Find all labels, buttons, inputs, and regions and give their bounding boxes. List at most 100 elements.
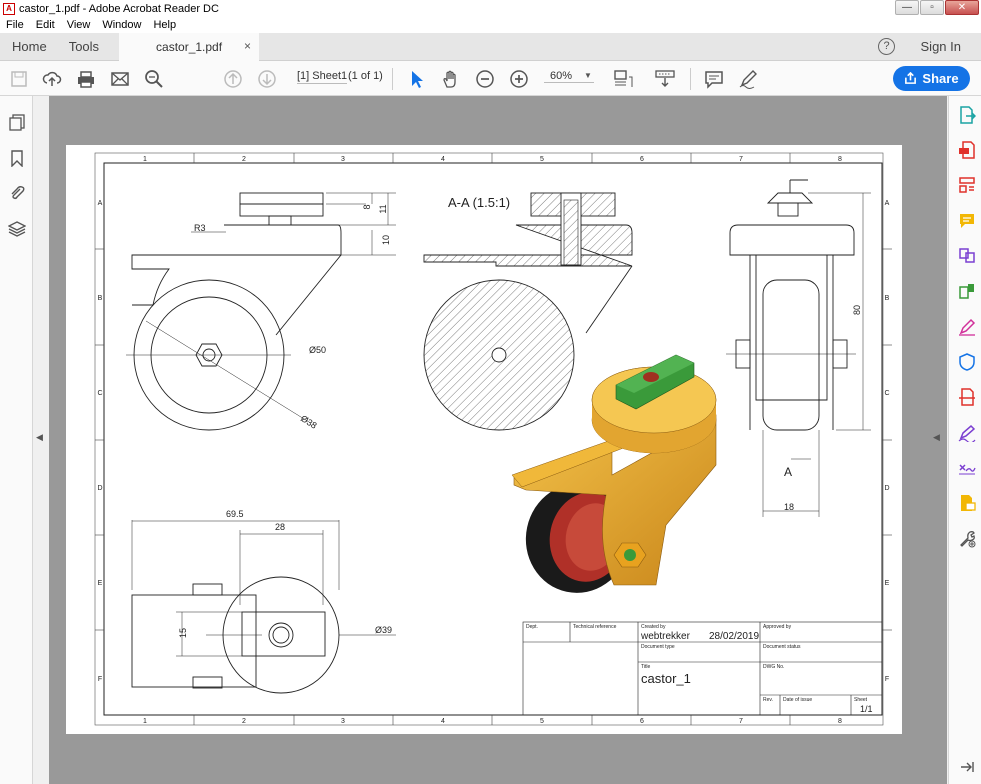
share-label: Share	[922, 71, 959, 86]
zoom-out-icon[interactable]	[475, 69, 495, 89]
collapse-left-panel-icon[interactable]: ◀	[36, 432, 43, 443]
row-label: C	[884, 390, 889, 397]
tab-home[interactable]: Home	[0, 39, 61, 54]
create-pdf-icon[interactable]	[958, 141, 976, 159]
save-icon[interactable]	[9, 69, 29, 89]
dim-15: 15	[178, 628, 188, 638]
front-view	[126, 192, 342, 431]
col-label: 8	[838, 156, 842, 163]
tab-bar: Home Tools castor_1.pdf × ? Sign In	[0, 32, 981, 61]
combine-files-icon[interactable]	[958, 247, 976, 265]
dim-8: 8	[362, 204, 372, 209]
window-title: castor_1.pdf - Adobe Acrobat Reader DC	[19, 2, 219, 15]
tb-title-label: Title	[641, 664, 650, 670]
menu-view[interactable]: View	[61, 19, 97, 31]
comment-icon[interactable]	[704, 69, 724, 89]
upload-icon[interactable]	[42, 69, 62, 89]
tb-dwg-no: DWG No.	[763, 664, 784, 670]
page-thumbnails-icon[interactable]	[8, 113, 26, 131]
col-label: 1	[143, 156, 147, 163]
col-label: 8	[838, 718, 842, 725]
share-button[interactable]: Share	[893, 66, 970, 91]
row-label: A	[98, 200, 103, 207]
tab-document-label: castor_1.pdf	[156, 39, 223, 54]
sign-pen-icon[interactable]	[738, 69, 758, 89]
tb-sheet: 1/1	[860, 704, 873, 714]
page-number-input[interactable]: [1] Sheet1	[297, 70, 348, 84]
zoom-in-icon[interactable]	[509, 69, 529, 89]
chevron-down-icon[interactable]: ▼	[584, 71, 592, 80]
row-label: D	[97, 485, 102, 492]
tb-tech-ref: Technical reference	[573, 624, 617, 630]
maximize-button[interactable]: ▫	[920, 0, 944, 15]
bookmarks-icon[interactable]	[8, 149, 26, 167]
certificates-icon[interactable]	[958, 459, 976, 477]
scrolling-mode-icon[interactable]	[654, 69, 676, 89]
layers-icon[interactable]	[8, 220, 26, 238]
scan-pdf-icon[interactable]	[958, 388, 976, 406]
col-label: 7	[739, 718, 743, 725]
menu-file[interactable]: File	[0, 19, 30, 31]
tab-tools[interactable]: Tools	[61, 39, 119, 54]
edit-pdf-icon[interactable]	[958, 176, 976, 194]
sign-in-link[interactable]: Sign In	[921, 39, 961, 54]
col-label: 3	[341, 718, 345, 725]
dim-80: 80	[852, 305, 862, 315]
print-icon[interactable]	[76, 69, 96, 89]
title-block	[522, 621, 883, 716]
row-label: B	[885, 295, 890, 302]
col-label: 2	[242, 718, 246, 725]
fit-page-icon[interactable]	[612, 69, 636, 89]
menu-bar: File Edit View Window Help	[0, 17, 981, 33]
attachments-icon[interactable]	[8, 184, 26, 202]
menu-edit[interactable]: Edit	[30, 19, 61, 31]
dim-18: 18	[784, 502, 794, 512]
row-label: D	[884, 485, 889, 492]
col-label: 5	[540, 156, 544, 163]
tb-title: castor_1	[641, 671, 691, 686]
section-arrow-label: A	[784, 465, 792, 479]
tb-doc-status: Document status	[763, 644, 801, 650]
close-tab-icon[interactable]: ×	[244, 39, 251, 53]
pdf-page: 1 2 3 4 5 6 7 8 1 2 3 4 5 6 7 8 A B C D …	[66, 145, 902, 734]
help-icon[interactable]: ?	[878, 38, 895, 55]
prepare-form-icon[interactable]	[958, 494, 976, 512]
more-tools-icon[interactable]	[958, 530, 976, 548]
menu-window[interactable]: Window	[96, 19, 147, 31]
tb-created-by-label: Created by	[641, 624, 666, 630]
menu-help[interactable]: Help	[147, 19, 182, 31]
tb-rev: Rev.	[763, 697, 773, 703]
find-icon[interactable]	[144, 69, 164, 89]
dim-11: 11	[378, 204, 388, 213]
send-for-signature-icon[interactable]	[958, 424, 976, 442]
export-pdf-icon[interactable]	[958, 106, 976, 124]
select-cursor-icon[interactable]	[407, 69, 427, 89]
acrobat-icon: A	[3, 2, 15, 15]
close-window-button[interactable]: ✕	[945, 0, 979, 15]
collapse-panel-icon[interactable]	[958, 758, 976, 776]
dim-69-5: 69.5	[226, 509, 244, 519]
left-navigation-rail	[0, 96, 33, 784]
comment-tool-icon[interactable]	[958, 212, 976, 230]
previous-page-icon[interactable]	[223, 69, 243, 89]
tab-document[interactable]: castor_1.pdf ×	[119, 32, 260, 61]
fill-sign-icon[interactable]	[958, 318, 976, 336]
row-label: C	[97, 390, 102, 397]
dim-dia-38: Ø38	[299, 413, 319, 430]
page-count: (1 of 1)	[348, 70, 383, 82]
email-icon[interactable]	[110, 69, 130, 89]
collapse-right-panel-icon[interactable]: ◀	[933, 432, 940, 443]
row-label: F	[885, 676, 889, 683]
col-label: 3	[341, 156, 345, 163]
minimize-button[interactable]: —	[895, 0, 919, 15]
organize-pages-icon[interactable]	[958, 282, 976, 300]
tb-dept: Dept.	[526, 624, 538, 630]
next-page-icon[interactable]	[257, 69, 277, 89]
dim-28: 28	[275, 522, 285, 532]
row-label: A	[885, 200, 890, 207]
side-view	[726, 179, 856, 431]
hand-tool-icon[interactable]	[441, 69, 461, 89]
row-label: F	[98, 676, 102, 683]
tb-approved-by-label: Approved by	[763, 624, 792, 630]
protect-icon[interactable]	[958, 353, 976, 371]
